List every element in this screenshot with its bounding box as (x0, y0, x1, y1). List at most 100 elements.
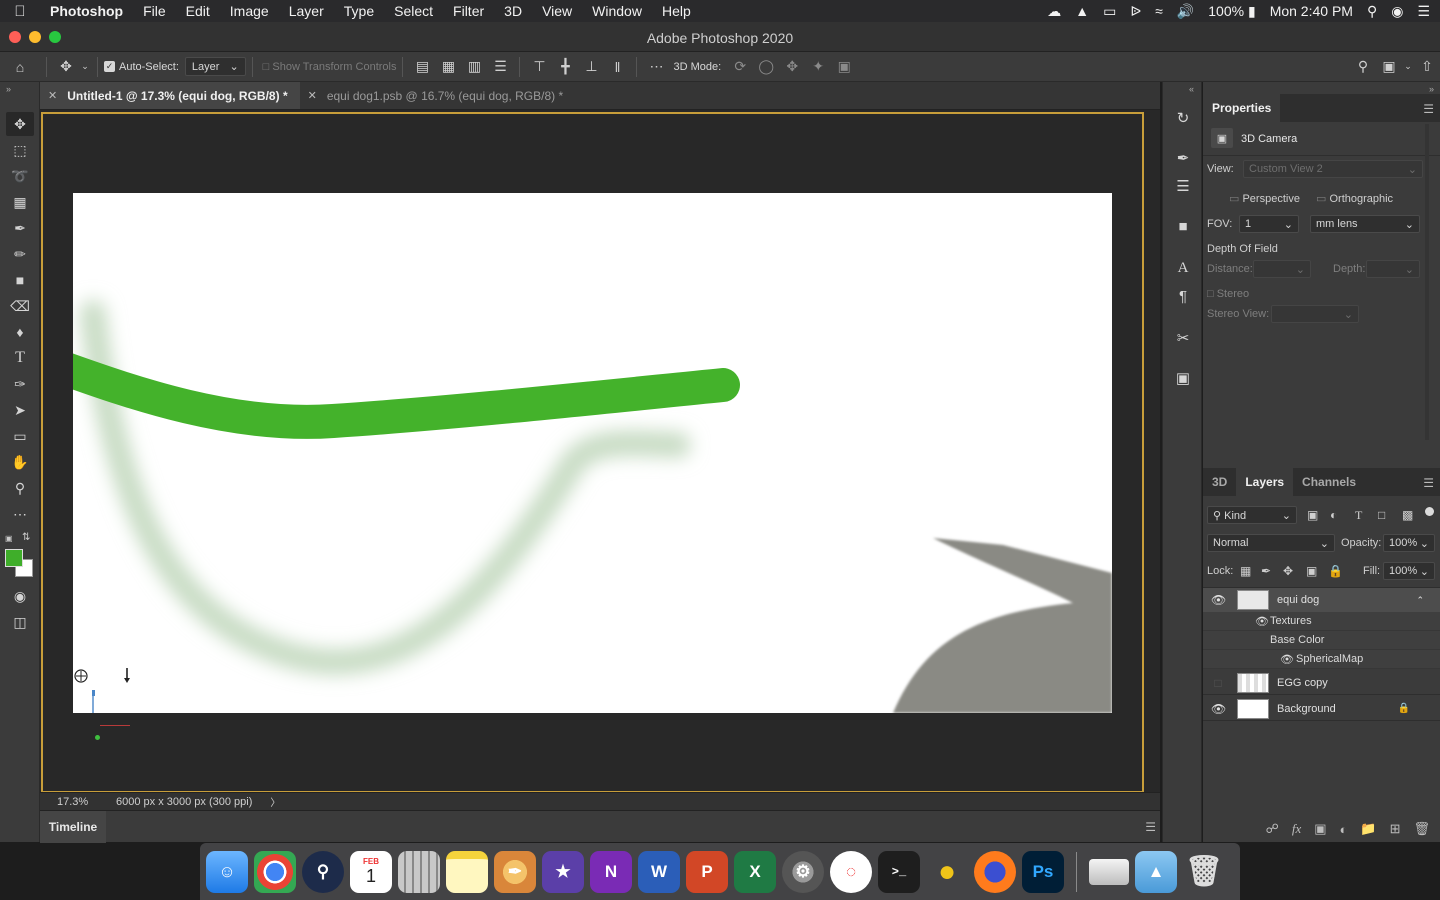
calendar-app-icon[interactable]: FEB 1 (350, 850, 392, 893)
opacity-input[interactable]: 100% ⌄ (1383, 534, 1435, 552)
sub-item-textures[interactable]: 👁 Textures (1203, 612, 1440, 631)
path-selection-tool-icon[interactable]: ➤ (6, 398, 34, 422)
stereo-checkbox[interactable]: □ Stereo (1207, 288, 1249, 300)
distance-input[interactable]: ⌄ (1253, 260, 1311, 278)
lock-artboard-icon[interactable]: ▣ (1306, 564, 1317, 578)
default-colors-icon[interactable]: ▣ (5, 534, 13, 543)
properties-scrollbar[interactable] (1425, 124, 1429, 440)
applications-folder-icon[interactable]: ▲ (1135, 850, 1177, 893)
lasso-tool-icon[interactable]: ➰ (6, 164, 34, 188)
object-selection-tool-icon[interactable]: ▦ (6, 190, 34, 214)
align-left-icon[interactable]: ▤ (409, 56, 435, 78)
lock-transparent-icon[interactable]: ▦ (1240, 564, 1251, 578)
fill-input[interactable]: 100% ⌄ (1383, 562, 1435, 580)
expand-panels-icon[interactable]: « (1189, 84, 1194, 94)
menu-view[interactable]: View (532, 3, 582, 19)
lock-position-icon[interactable]: ✥ (1283, 564, 1293, 578)
siri-icon[interactable]: ◉ (1391, 3, 1403, 20)
tab-equi-dog1[interactable]: ✕ equi dog1.psb @ 16.7% (equi dog, RGB/8… (300, 82, 576, 109)
history-panel-icon[interactable]: ↻ (1170, 106, 1196, 130)
screen-mode-icon[interactable]: ◫ (6, 610, 34, 634)
menu-3d[interactable]: 3D (494, 3, 532, 19)
stereo-view-dropdown[interactable]: ⌄ (1271, 305, 1359, 323)
tab-channels[interactable]: Channels (1293, 468, 1365, 496)
hand-tool-icon[interactable]: ✋ (6, 450, 34, 474)
clone-stamp-tool-icon[interactable]: ■ (6, 268, 34, 292)
menu-window[interactable]: Window (582, 3, 652, 19)
menu-type[interactable]: Type (334, 3, 384, 19)
tool-presets-panel-icon[interactable]: ✂ (1170, 326, 1196, 350)
slide-3d-icon[interactable]: ✦ (805, 56, 831, 78)
firefox-app-icon[interactable] (974, 850, 1016, 893)
drive-disk-icon[interactable] (1089, 858, 1129, 885)
align-center-icon[interactable]: ▦ (435, 56, 461, 78)
clone-source-panel-icon[interactable]: ■ (1170, 214, 1196, 238)
align-middle-icon[interactable]: ╋ (552, 56, 578, 78)
panel-menu-icon[interactable]: ☰ (1423, 102, 1434, 116)
menu-layer[interactable]: Layer (279, 3, 334, 19)
foreground-color-swatch[interactable] (5, 549, 23, 567)
filter-type-icon[interactable]: T (1355, 508, 1362, 523)
document-canvas[interactable] (73, 193, 1112, 713)
tab-layers[interactable]: Layers (1236, 468, 1294, 496)
collapse-panels-icon[interactable]: » (1429, 84, 1434, 94)
view-dropdown[interactable]: Custom View 2 ⌄ (1243, 160, 1423, 178)
apple-menu-icon[interactable]:  (0, 3, 40, 20)
notification-center-icon[interactable]: ☰ (1417, 3, 1430, 20)
spotlight-search-icon[interactable]: ⚲ (1367, 3, 1377, 20)
excel-app-icon[interactable]: X (734, 850, 776, 893)
chevron-up-icon[interactable]: ⌃ (1416, 595, 1424, 606)
cyberduck-app-icon[interactable]: ● (926, 851, 968, 893)
workspace-icon[interactable]: ▣ (1376, 56, 1402, 78)
drive-icon[interactable]: ▲ (1075, 3, 1089, 19)
status-menu-arrow-icon[interactable]: 〉 (270, 794, 280, 809)
edit-toolbar-icon[interactable]: ⋯ (6, 502, 34, 526)
auto-select-dropdown[interactable]: Layer ⌄ (184, 57, 246, 76)
layer-name[interactable]: EGG copy (1277, 677, 1328, 689)
filter-toggle[interactable] (1425, 507, 1434, 516)
panel-menu-icon[interactable]: ☰ (1423, 476, 1434, 490)
finder-app-icon[interactable]: ☺ (206, 850, 248, 893)
menu-app-name[interactable]: Photoshop (40, 3, 133, 19)
menu-select[interactable]: Select (384, 3, 443, 19)
menu-image[interactable]: Image (220, 3, 279, 19)
show-transform-controls-checkbox[interactable]: □ Show Transform Controls (263, 61, 397, 73)
tab-3d[interactable]: 3D (1203, 468, 1236, 496)
chrome-app-icon[interactable] (254, 850, 296, 893)
libraries-panel-icon[interactable]: ▣ (1170, 366, 1196, 390)
quicktime-app-icon[interactable]: ⚲ (302, 850, 344, 893)
search-icon[interactable]: ⚲ (1350, 56, 1376, 78)
timeline-tab[interactable]: Timeline (40, 811, 106, 843)
fov-input[interactable]: 1 ⌄ (1239, 215, 1299, 233)
adjustments-panel-icon[interactable]: ☰ (1170, 174, 1196, 198)
orthographic-option[interactable]: ▭ Orthographic (1316, 192, 1393, 205)
battery-status[interactable]: 100% ▮ (1208, 3, 1255, 20)
visibility-toggle[interactable]: □ (1211, 676, 1225, 690)
volume-icon[interactable]: 🔊 (1177, 3, 1194, 20)
pan-3d-icon[interactable]: ✥ (779, 56, 805, 78)
wifi-icon[interactable]: ≈ (1155, 3, 1163, 19)
paint-bucket-tool-icon[interactable]: ♦ (6, 320, 34, 344)
perspective-option[interactable]: ▭ Perspective (1229, 192, 1300, 205)
eyedropper-tool-icon[interactable]: ✒ (6, 216, 34, 240)
notes-app-icon[interactable] (446, 850, 488, 893)
lock-all-icon[interactable]: 🔒 (1328, 564, 1343, 578)
adjustment-layer-icon[interactable]: ◐ (1340, 822, 1348, 837)
camera-3d-icon[interactable]: ▣ (831, 56, 857, 78)
marquee-tool-icon[interactable]: ⬚ (6, 138, 34, 162)
clock[interactable]: Mon 2:40 PM (1270, 3, 1353, 19)
align-top-icon[interactable]: ⊤ (526, 56, 552, 78)
trash-icon[interactable]: 🗑 (1183, 851, 1225, 893)
rectangle-tool-icon[interactable]: ▭ (6, 424, 34, 448)
menu-edit[interactable]: Edit (176, 3, 220, 19)
filter-smart-object-icon[interactable]: ▩ (1402, 508, 1413, 522)
bluetooth-icon[interactable]: ᐉ (1130, 3, 1141, 20)
menu-filter[interactable]: Filter (443, 3, 494, 19)
roll-3d-icon[interactable]: ◯ (753, 56, 779, 78)
swap-colors-icon[interactable]: ⇅ (22, 532, 30, 543)
paragraph-panel-icon[interactable]: ¶ (1170, 284, 1196, 308)
menu-help[interactable]: Help (652, 3, 701, 19)
chevron-down-icon[interactable]: ⌄ (79, 56, 91, 78)
move-tool-icon[interactable]: ✥ (6, 112, 34, 136)
home-icon[interactable]: ⌂ (0, 56, 40, 78)
